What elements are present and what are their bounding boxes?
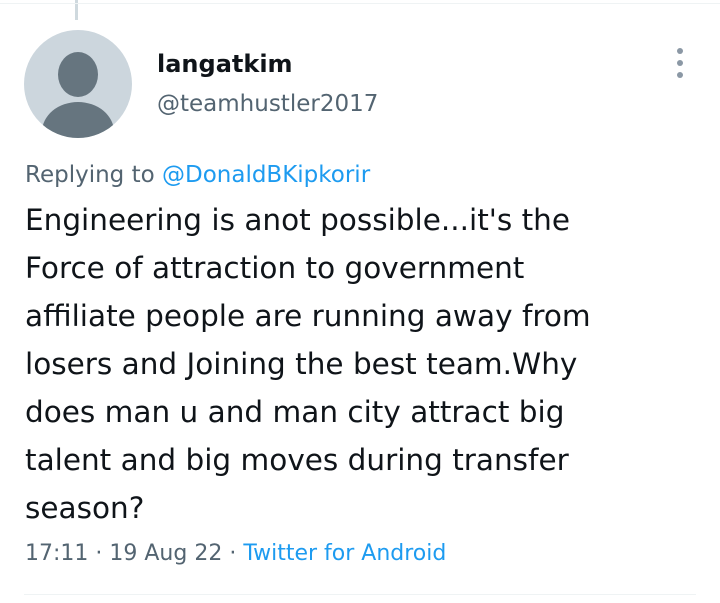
meta-separator: · <box>222 541 244 566</box>
display-name[interactable]: langatkim <box>157 50 293 78</box>
more-dot <box>677 72 683 78</box>
replying-to-label: Replying to <box>25 162 162 188</box>
user-handle[interactable]: @teamhustler2017 <box>157 90 378 118</box>
meta-separator: · <box>88 541 110 566</box>
bottom-divider <box>24 594 696 595</box>
avatar-head-shape <box>58 52 98 97</box>
tweet-metadata: 17:11 · 19 Aug 22 · Twitter for Android <box>25 539 446 569</box>
replying-to-mention-link[interactable]: @DonaldBKipkorir <box>162 162 370 188</box>
more-dot <box>677 48 683 54</box>
more-options-icon[interactable] <box>668 46 692 80</box>
tweet-source-link[interactable]: Twitter for Android <box>243 541 446 566</box>
tweet-time[interactable]: 17:11 <box>25 541 88 566</box>
avatar-body-shape <box>42 102 114 138</box>
top-divider <box>0 3 720 4</box>
replying-to-line: Replying to @DonaldBKipkorir <box>25 160 370 190</box>
avatar[interactable] <box>24 30 132 138</box>
tweet-card: langatkim @teamhustler2017 Replying to @… <box>0 0 720 603</box>
tweet-text: Engineering is anot possible...it's the … <box>25 203 591 525</box>
more-dot <box>677 60 683 66</box>
tweet-date[interactable]: 19 Aug 22 <box>109 541 222 566</box>
